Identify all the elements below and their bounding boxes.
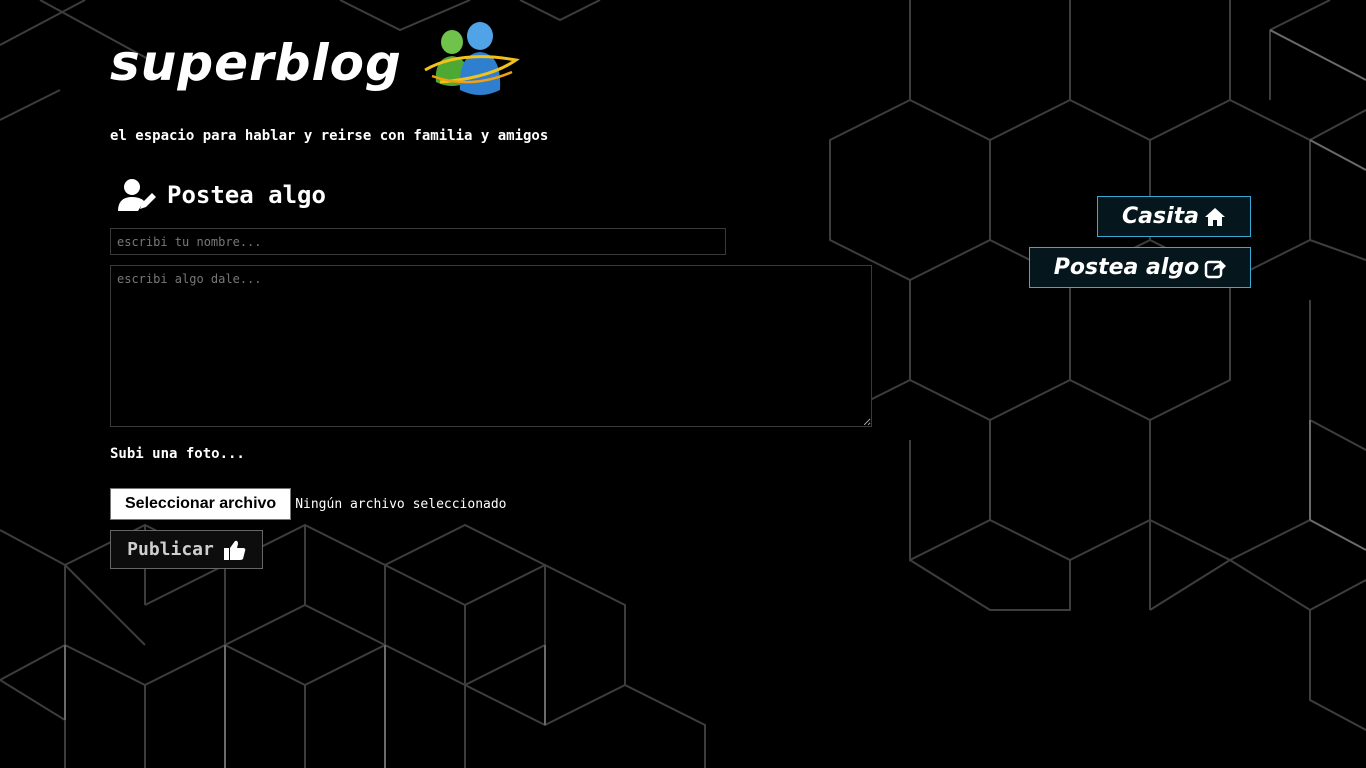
thumbs-up-icon [223,540,246,560]
user-edit-icon [118,179,156,211]
nav-home-label: Casita [1122,204,1199,229]
file-status-text: Ningún archivo seleccionado [295,496,507,512]
name-input[interactable] [110,228,726,255]
photo-upload-label: Subi una foto... [110,446,245,462]
nav-home-button[interactable]: Casita [1097,196,1251,237]
share-square-icon [1205,259,1227,278]
site-logo[interactable]: superblog [110,22,520,104]
post-form-title: Postea algo [167,181,326,209]
site-tagline: el espacio para hablar y reirse con fami… [110,128,549,144]
nav-post-button[interactable]: Postea algo [1029,247,1251,288]
select-file-button[interactable]: Seleccionar archivo [110,488,292,520]
logo-text: superblog [110,34,402,92]
publish-button-label: Publicar [127,539,214,560]
post-form-header: Postea algo [118,178,326,212]
home-icon [1205,207,1225,226]
publish-button[interactable]: Publicar [110,530,263,569]
nav-post-label: Postea algo [1053,255,1200,280]
file-input: Seleccionar archivo Ningún archivo selec… [110,488,507,520]
post-body-textarea[interactable] [110,265,872,427]
messenger-buddies-icon [424,22,520,95]
content: superblog el espacio para hablar y reirs… [0,0,1366,768]
page: superblog el espacio para hablar y reirs… [0,0,1366,768]
